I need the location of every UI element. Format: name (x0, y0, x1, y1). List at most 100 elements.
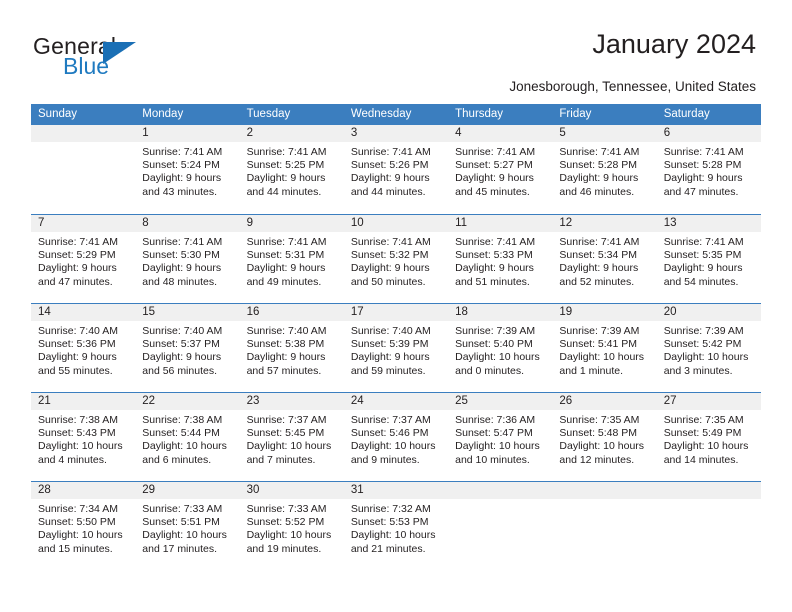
day-cell[interactable]: 7 Sunrise: 7:41 AM Sunset: 5:29 PM Dayli… (31, 215, 136, 303)
day-info: Sunrise: 7:40 AM Sunset: 5:38 PM Dayligh… (240, 321, 344, 378)
sunrise-text: Sunrise: 7:33 AM (246, 503, 327, 515)
daylight-text: Daylight: 9 hours and 51 minutes. (455, 262, 534, 288)
sunrise-text: Sunrise: 7:41 AM (142, 236, 223, 248)
day-cell[interactable]: 31 Sunrise: 7:32 AM Sunset: 5:53 PM Dayl… (343, 482, 449, 570)
day-cell[interactable]: 9 Sunrise: 7:41 AM Sunset: 5:31 PM Dayli… (239, 215, 344, 303)
page-title: January 2024 (592, 29, 756, 59)
day-number: 4 (448, 125, 553, 142)
daylight-text: Daylight: 10 hours and 0 minutes. (455, 351, 540, 377)
sunset-text: Sunset: 5:40 PM (455, 338, 533, 351)
day-cell[interactable]: 11 Sunrise: 7:41 AM Sunset: 5:33 PM Dayl… (448, 215, 553, 303)
daylight-text: Daylight: 10 hours and 12 minutes. (559, 440, 645, 466)
sunset-text: Sunset: 5:31 PM (246, 249, 325, 262)
day-cell[interactable]: 27 Sunrise: 7:35 AM Sunset: 5:49 PM Dayl… (656, 393, 761, 481)
day-cell[interactable]: 25 Sunrise: 7:36 AM Sunset: 5:47 PM Dayl… (448, 393, 553, 481)
daylight-text: Daylight: 9 hours and 44 minutes. (350, 172, 430, 198)
day-info: Sunrise: 7:39 AM Sunset: 5:41 PM Dayligh… (552, 321, 656, 378)
day-cell[interactable]: 28 Sunrise: 7:34 AM Sunset: 5:50 PM Dayl… (31, 482, 136, 570)
day-info: Sunrise: 7:39 AM Sunset: 5:42 PM Dayligh… (657, 321, 761, 378)
day-cell[interactable]: 17 Sunrise: 7:40 AM Sunset: 5:39 PM Dayl… (343, 304, 449, 392)
day-cell[interactable]: 15 Sunrise: 7:40 AM Sunset: 5:37 PM Dayl… (135, 304, 240, 392)
calendar-week-row: 21 Sunrise: 7:38 AM Sunset: 5:43 PM Dayl… (31, 392, 761, 481)
day-cell[interactable]: 21 Sunrise: 7:38 AM Sunset: 5:43 PM Dayl… (31, 393, 136, 481)
sunrise-text: Sunrise: 7:41 AM (350, 146, 431, 158)
day-cell[interactable]: 16 Sunrise: 7:40 AM Sunset: 5:38 PM Dayl… (239, 304, 344, 392)
daylight-text: Daylight: 9 hours and 47 minutes. (663, 172, 743, 198)
day-number: 3 (343, 125, 449, 142)
daylight-text: Daylight: 9 hours and 59 minutes. (350, 351, 430, 377)
sunrise-text: Sunrise: 7:36 AM (455, 414, 536, 426)
day-number: 23 (239, 393, 344, 410)
sunrise-text: Sunrise: 7:39 AM (559, 325, 640, 337)
day-info: Sunrise: 7:41 AM Sunset: 5:28 PM Dayligh… (657, 142, 761, 199)
day-cell[interactable]: 8 Sunrise: 7:41 AM Sunset: 5:30 PM Dayli… (135, 215, 240, 303)
daylight-text: Daylight: 9 hours and 47 minutes. (38, 262, 117, 288)
day-info: Sunrise: 7:41 AM Sunset: 5:34 PM Dayligh… (552, 232, 656, 289)
day-info: Sunrise: 7:41 AM Sunset: 5:28 PM Dayligh… (552, 142, 656, 199)
day-cell[interactable]: 2 Sunrise: 7:41 AM Sunset: 5:25 PM Dayli… (239, 125, 344, 214)
day-cell[interactable]: 29 Sunrise: 7:33 AM Sunset: 5:51 PM Dayl… (135, 482, 240, 570)
sunrise-text: Sunrise: 7:33 AM (142, 503, 223, 515)
weekday-header-monday: Monday (142, 108, 184, 120)
day-info: Sunrise: 7:41 AM Sunset: 5:30 PM Dayligh… (135, 232, 239, 289)
day-cell[interactable]: 14 Sunrise: 7:40 AM Sunset: 5:36 PM Dayl… (31, 304, 136, 392)
sunrise-text: Sunrise: 7:38 AM (38, 414, 118, 426)
day-number: 31 (343, 482, 449, 499)
day-cell[interactable]: 26 Sunrise: 7:35 AM Sunset: 5:48 PM Dayl… (552, 393, 657, 481)
sunrise-text: Sunrise: 7:35 AM (559, 414, 640, 426)
sunrise-text: Sunrise: 7:40 AM (142, 325, 223, 337)
day-cell[interactable]: 1 Sunrise: 7:41 AM Sunset: 5:24 PM Dayli… (135, 125, 240, 214)
sunset-text: Sunset: 5:44 PM (142, 427, 220, 440)
day-info: Sunrise: 7:41 AM Sunset: 5:26 PM Dayligh… (344, 142, 448, 199)
day-cell[interactable]: 20 Sunrise: 7:39 AM Sunset: 5:42 PM Dayl… (656, 304, 761, 392)
sunset-text: Sunset: 5:29 PM (38, 249, 116, 262)
day-number: 13 (656, 215, 761, 232)
weekday-header-thursday: Thursday (455, 108, 504, 120)
day-number: 16 (239, 304, 344, 321)
day-cell[interactable]: 4 Sunrise: 7:41 AM Sunset: 5:27 PM Dayli… (448, 125, 553, 214)
sunset-text: Sunset: 5:37 PM (142, 338, 220, 351)
day-number: 20 (656, 304, 761, 321)
page-header: General Blue January 2024 Jonesborough, … (0, 0, 792, 104)
day-cell[interactable]: 3 Sunrise: 7:41 AM Sunset: 5:26 PM Dayli… (343, 125, 449, 214)
day-number: 26 (552, 393, 657, 410)
weekday-header-saturday: Saturday (663, 108, 710, 120)
daylight-text: Daylight: 10 hours and 15 minutes. (38, 529, 123, 555)
sunset-text: Sunset: 5:47 PM (455, 427, 533, 440)
general-blue-logo[interactable]: General Blue (33, 33, 213, 81)
sunrise-text: Sunrise: 7:37 AM (350, 414, 431, 426)
daylight-text: Daylight: 10 hours and 14 minutes. (663, 440, 749, 466)
daylight-text: Daylight: 9 hours and 50 minutes. (350, 262, 430, 288)
day-cell[interactable]: 24 Sunrise: 7:37 AM Sunset: 5:46 PM Dayl… (343, 393, 449, 481)
day-info: Sunrise: 7:35 AM Sunset: 5:49 PM Dayligh… (657, 410, 761, 467)
sunrise-text: Sunrise: 7:40 AM (246, 325, 327, 337)
sunrise-text: Sunrise: 7:41 AM (663, 236, 744, 248)
day-cell[interactable]: 13 Sunrise: 7:41 AM Sunset: 5:35 PM Dayl… (656, 215, 761, 303)
daylight-text: Daylight: 10 hours and 6 minutes. (142, 440, 227, 466)
daylight-text: Daylight: 9 hours and 44 minutes. (246, 172, 326, 198)
sunset-text: Sunset: 5:26 PM (350, 159, 429, 172)
day-cell[interactable]: 10 Sunrise: 7:41 AM Sunset: 5:32 PM Dayl… (343, 215, 449, 303)
sunset-text: Sunset: 5:39 PM (350, 338, 429, 351)
day-number: 28 (31, 482, 136, 499)
day-cell[interactable]: 19 Sunrise: 7:39 AM Sunset: 5:41 PM Dayl… (552, 304, 657, 392)
day-cell[interactable]: 12 Sunrise: 7:41 AM Sunset: 5:34 PM Dayl… (552, 215, 657, 303)
sunrise-text: Sunrise: 7:40 AM (350, 325, 431, 337)
sunset-text: Sunset: 5:36 PM (38, 338, 116, 351)
day-cell (552, 482, 657, 570)
day-cell[interactable]: 30 Sunrise: 7:33 AM Sunset: 5:52 PM Dayl… (239, 482, 344, 570)
daylight-text: Daylight: 9 hours and 46 minutes. (559, 172, 639, 198)
day-info: Sunrise: 7:37 AM Sunset: 5:45 PM Dayligh… (240, 410, 344, 467)
sunrise-text: Sunrise: 7:41 AM (142, 146, 223, 158)
day-info: Sunrise: 7:40 AM Sunset: 5:39 PM Dayligh… (344, 321, 448, 378)
day-info: Sunrise: 7:36 AM Sunset: 5:47 PM Dayligh… (448, 410, 552, 467)
day-cell (656, 482, 761, 570)
day-info: Sunrise: 7:38 AM Sunset: 5:44 PM Dayligh… (135, 410, 239, 467)
day-cell[interactable]: 18 Sunrise: 7:39 AM Sunset: 5:40 PM Dayl… (448, 304, 553, 392)
day-cell[interactable]: 23 Sunrise: 7:37 AM Sunset: 5:45 PM Dayl… (239, 393, 344, 481)
day-cell[interactable]: 5 Sunrise: 7:41 AM Sunset: 5:28 PM Dayli… (552, 125, 657, 214)
day-cell[interactable]: 22 Sunrise: 7:38 AM Sunset: 5:44 PM Dayl… (135, 393, 240, 481)
day-number: 30 (239, 482, 344, 499)
weekday-header-friday: Friday (559, 108, 592, 120)
day-cell[interactable]: 6 Sunrise: 7:41 AM Sunset: 5:28 PM Dayli… (656, 125, 761, 214)
